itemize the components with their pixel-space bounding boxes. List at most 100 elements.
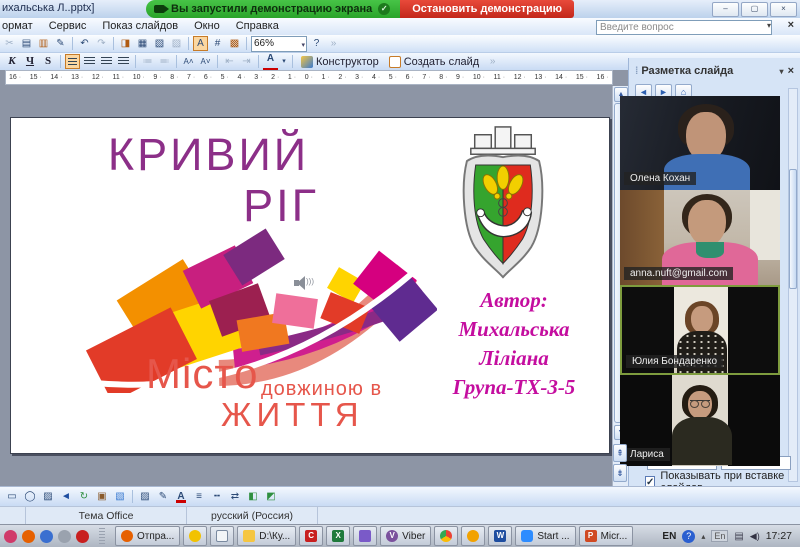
previous-slide-button[interactable]: ⇞ bbox=[613, 444, 627, 462]
shadow-button[interactable]: S bbox=[40, 54, 56, 69]
menu-format[interactable]: ормат bbox=[0, 19, 41, 34]
participant-video[interactable]: Лариса bbox=[620, 375, 780, 466]
rectangle-tool-icon[interactable]: ▭ bbox=[4, 489, 20, 504]
fill-color-icon[interactable]: ▨ bbox=[137, 489, 153, 504]
menu-window[interactable]: Окно bbox=[186, 19, 228, 34]
opera-quicklaunch-icon[interactable] bbox=[40, 529, 53, 543]
taskbar-button-excel[interactable]: X bbox=[326, 526, 351, 546]
taskbar-button-word[interactable]: W bbox=[488, 526, 513, 546]
question-input[interactable]: Введите вопрос bbox=[596, 20, 772, 35]
align-justify-button[interactable] bbox=[116, 54, 131, 69]
agent-quicklaunch-icon[interactable] bbox=[58, 529, 71, 543]
insert-media-icon[interactable]: ◄ bbox=[58, 489, 74, 504]
arrow-style-icon[interactable]: ⇄ bbox=[227, 489, 243, 504]
tray-language[interactable]: EN bbox=[662, 531, 676, 542]
taskbar-button-ppt[interactable]: P Micr... bbox=[578, 526, 634, 546]
insert-table-icon[interactable]: ▦ bbox=[135, 36, 150, 51]
zoom-combobox[interactable]: 66% ▾ bbox=[251, 35, 307, 52]
help-icon[interactable]: ? bbox=[309, 36, 324, 51]
insert-picture-icon[interactable]: ▨ bbox=[40, 489, 56, 504]
font-color-icon[interactable]: A bbox=[263, 53, 278, 71]
insert-chart-icon[interactable]: ◨ bbox=[118, 36, 133, 51]
launcher-quicklaunch-icon[interactable] bbox=[4, 529, 17, 543]
new-slide-button[interactable]: Создать слайд bbox=[385, 55, 483, 68]
menu-help[interactable]: Справка bbox=[228, 19, 287, 34]
color-scheme-icon[interactable]: ▩ bbox=[227, 36, 242, 51]
shadow-style-icon[interactable]: ◧ bbox=[245, 489, 261, 504]
show-formatting-icon[interactable]: A bbox=[193, 36, 208, 51]
firefox-quicklaunch-icon[interactable] bbox=[22, 529, 35, 543]
decrease-indent-icon[interactable]: ⇤ bbox=[222, 54, 237, 69]
next-slide-button[interactable]: ⇟ bbox=[613, 464, 627, 482]
menu-tools[interactable]: Сервис bbox=[41, 19, 95, 34]
taskbar-button-chrome[interactable] bbox=[434, 526, 459, 546]
taskbar-button-media[interactable] bbox=[353, 526, 378, 546]
cut-icon[interactable]: ✂ bbox=[2, 36, 17, 51]
participant-video[interactable]: Олена Кохан bbox=[620, 96, 780, 190]
zoom-dropdown-icon[interactable]: ▾ bbox=[301, 39, 305, 52]
designer-button[interactable]: Конструктор bbox=[297, 55, 383, 68]
participant-video[interactable]: anna.nuft@gmail.com bbox=[620, 190, 780, 285]
stop-share-button[interactable]: Остановить демонстрацию bbox=[400, 0, 575, 18]
dash-style-icon[interactable]: ╍ bbox=[209, 489, 225, 504]
increase-font-icon[interactable]: A˄ bbox=[181, 54, 196, 69]
undo-icon[interactable]: ↶ bbox=[77, 36, 92, 51]
oval-tool-icon[interactable]: ◯ bbox=[22, 489, 38, 504]
participant-video-active[interactable]: Юлия Бондаренко bbox=[620, 285, 780, 375]
copy-icon[interactable]: ▤ bbox=[19, 36, 34, 51]
sound-object-icon[interactable]: ))) bbox=[294, 276, 314, 290]
menu-slideshow[interactable]: Показ слайдов bbox=[94, 19, 186, 34]
line-style-icon[interactable]: ≡ bbox=[191, 489, 207, 504]
taskbar-button-document[interactable] bbox=[210, 526, 235, 546]
language-status[interactable]: русский (Россия) bbox=[187, 507, 318, 524]
taskbar-button-firefox[interactable]: Отпра... bbox=[115, 526, 181, 546]
insert-sheet-icon[interactable]: ▧ bbox=[152, 36, 167, 51]
insert-diagram-icon[interactable]: ↻ bbox=[76, 489, 92, 504]
tray-expand-icon[interactable]: ▴ bbox=[701, 532, 705, 541]
taskbar-button-folder[interactable]: D:\Ку... bbox=[237, 526, 297, 546]
taskbar-button-mail[interactable] bbox=[461, 526, 486, 546]
insert-picture2-icon[interactable]: ▧ bbox=[112, 489, 128, 504]
pane-dropdown-icon[interactable]: ▾ bbox=[780, 67, 784, 76]
increase-indent-icon[interactable]: ⇥ bbox=[239, 54, 254, 69]
hyperlink-icon[interactable]: ▨ bbox=[169, 36, 184, 51]
drawbar-font-color-icon[interactable]: A bbox=[173, 489, 189, 504]
restore-button[interactable]: ▢ bbox=[741, 2, 768, 17]
grid-icon[interactable]: # bbox=[210, 36, 225, 51]
format-painter-icon[interactable]: ✎ bbox=[53, 36, 68, 51]
pane-drag-handle[interactable]: ⁞ bbox=[635, 66, 639, 77]
taskbar-button-redc[interactable]: C bbox=[299, 526, 324, 546]
tray-language-alt[interactable]: En bbox=[711, 530, 729, 542]
insert-clipart-icon[interactable]: ▣ bbox=[94, 489, 110, 504]
align-center-button[interactable] bbox=[82, 54, 97, 69]
pane-scrollbar[interactable] bbox=[788, 88, 798, 482]
toolbar2-overflow-icon[interactable]: » bbox=[485, 54, 500, 69]
numbered-list-icon[interactable]: ≔ bbox=[140, 54, 155, 69]
bullet-list-icon[interactable]: ≕ bbox=[157, 54, 172, 69]
question-dropdown-icon[interactable]: ▾ bbox=[767, 21, 771, 30]
pane-close-icon[interactable]: × bbox=[788, 65, 794, 77]
comodo-quicklaunch-icon[interactable] bbox=[76, 529, 89, 543]
align-right-button[interactable] bbox=[99, 54, 114, 69]
volume-tray-icon[interactable]: ◀) bbox=[750, 531, 760, 542]
paste-icon[interactable]: ▥ bbox=[36, 36, 51, 51]
redo-icon[interactable]: ↷ bbox=[94, 36, 109, 51]
taskbar-button-chick[interactable] bbox=[183, 526, 208, 546]
align-left-button[interactable] bbox=[65, 54, 80, 69]
slide-canvas[interactable]: КРИВИЙ РІГ ))) Місто довжиною в ЖИТТЯ Ав… bbox=[10, 117, 610, 454]
menubar-close-icon[interactable]: × bbox=[788, 19, 794, 31]
clipboard-tray-icon[interactable]: ▤ bbox=[734, 531, 743, 542]
taskbar-button-viber[interactable]: V Viber bbox=[380, 526, 432, 546]
minimize-button[interactable]: – bbox=[712, 2, 739, 17]
line-color-icon[interactable]: ✎ bbox=[155, 489, 171, 504]
font-color-dropdown-icon[interactable]: ▾ bbox=[280, 54, 288, 69]
help-tray-icon[interactable]: ? bbox=[682, 529, 696, 543]
italic-button[interactable]: К bbox=[4, 54, 20, 69]
threed-style-icon[interactable]: ◩ bbox=[263, 489, 279, 504]
taskbar-button-zoom[interactable]: Start ... bbox=[515, 526, 576, 546]
decrease-font-icon[interactable]: A˅ bbox=[198, 54, 213, 69]
toolbar-overflow-icon[interactable]: » bbox=[326, 36, 341, 51]
underline-button[interactable]: Ч bbox=[22, 54, 38, 69]
close-button[interactable]: × bbox=[770, 2, 797, 17]
clock[interactable]: 17:27 bbox=[766, 530, 796, 542]
